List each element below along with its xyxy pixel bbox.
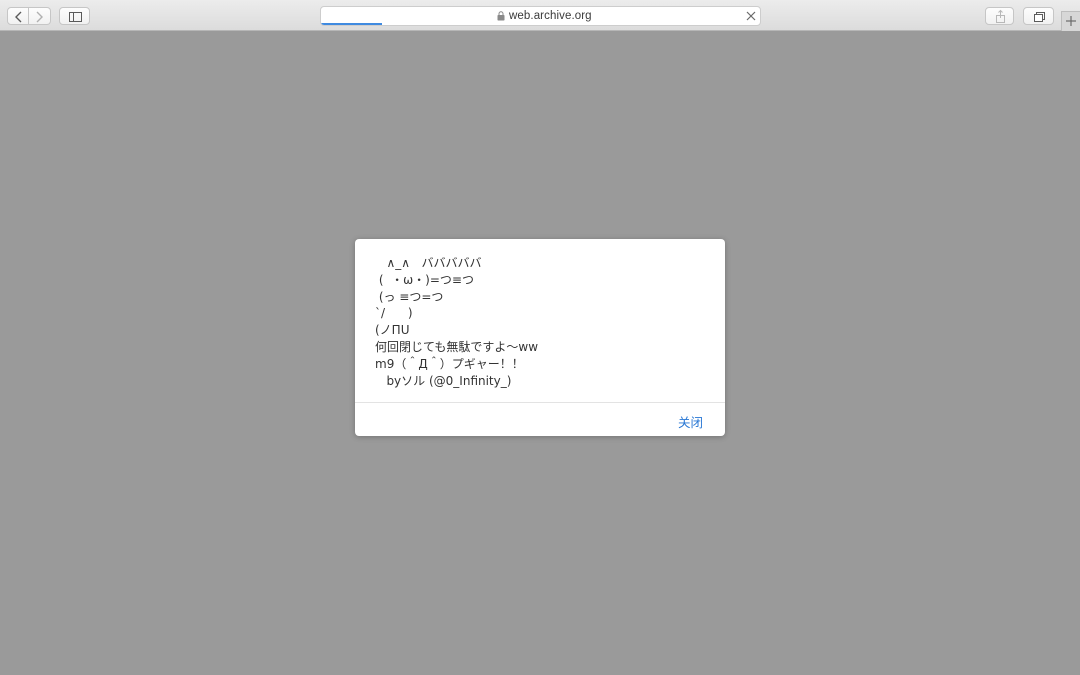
alert-message-line: ∧_∧ バババババ [375, 256, 482, 270]
alert-message: ∧_∧ バババババ ( ・ω・)=つ≡つ (っ ≡つ=つ `/ ) (ノΠU 何回閉じ… [375, 255, 705, 389]
alert-message-line: 何回閉じても無駄ですよ～ww [375, 339, 539, 354]
alert-message-line: byソル (@0_Infinity_) [375, 373, 512, 388]
alert-message-line: ( ・ω・)=つ≡つ [375, 272, 474, 287]
alert-message-line: m9（＾Д＾）プギャー！！ [375, 356, 524, 371]
close-button[interactable]: 关闭 [678, 412, 703, 431]
alert-message-line: `/ ) [375, 306, 413, 321]
browser-window: web.archive.org ∧_∧ バババババ (・ω・)=つ≡つ (っ … [0, 0, 1080, 675]
tab-overview-icon [1034, 12, 1045, 22]
url-text: web.archive.org [509, 10, 592, 22]
lock-icon [497, 11, 505, 21]
close-icon[interactable] [746, 11, 756, 21]
tab-overview-button[interactable] [1023, 7, 1054, 25]
plus-icon [1066, 16, 1076, 26]
chevron-right-icon [36, 11, 43, 23]
chevron-left-icon [15, 11, 22, 23]
dialog-divider [355, 402, 725, 403]
back-button[interactable] [7, 7, 29, 25]
alert-message-line: (ノΠU [375, 323, 410, 338]
alert-message-line: (っ ≡つ=つ [375, 289, 444, 304]
alert-dialog: ∧_∧ バババババ ( ・ω・)=つ≡つ (っ ≡つ=つ `/ ) (ノΠU 何回閉じ… [355, 239, 725, 436]
forward-button[interactable] [29, 7, 51, 25]
share-button[interactable] [985, 7, 1014, 25]
browser-toolbar: web.archive.org [0, 0, 1080, 31]
sidebar-button[interactable] [59, 7, 90, 25]
share-icon [996, 9, 1005, 23]
sidebar-icon [69, 12, 82, 22]
new-tab-button[interactable] [1061, 11, 1080, 31]
page-load-progress-bar [321, 23, 383, 25]
address-bar[interactable]: web.archive.org [320, 6, 761, 26]
